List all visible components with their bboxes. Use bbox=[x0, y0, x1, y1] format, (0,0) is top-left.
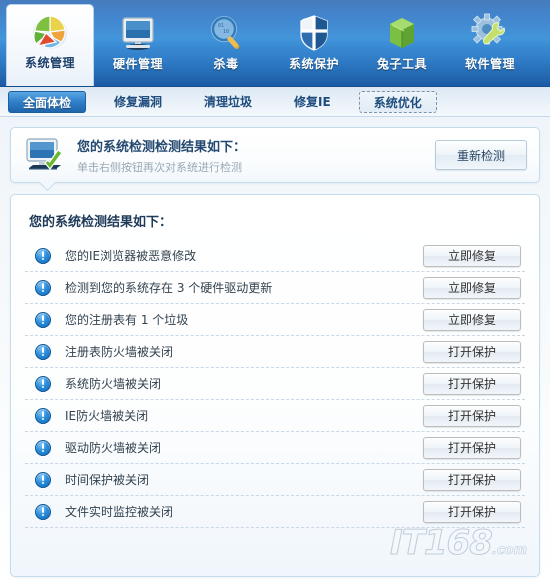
results-title: 您的系统检测结果如下： bbox=[29, 215, 173, 230]
fix-now-button[interactable]: 立即修复 bbox=[423, 276, 521, 299]
scan-summary-texts: 您的系统检测检测结果如下： 单击右侧按钮再次对系统进行检测 bbox=[77, 136, 435, 175]
nav-item-label: 杀毒 bbox=[213, 57, 239, 71]
scan-summary-subtitle: 单击右侧按钮再次对系统进行检测 bbox=[77, 160, 242, 174]
result-label: 时间保护被关闭 bbox=[65, 473, 150, 487]
enable-protection-button[interactable]: 打开保护 bbox=[423, 340, 521, 363]
info-exclamation-icon bbox=[35, 279, 51, 296]
main-navigation-bar: 系统管理 硬件管理 01 10 杀毒 系统保护 兔子工具 软件管理 bbox=[0, 0, 550, 87]
result-row: 文件实时监控被关闭 打开保护 bbox=[25, 496, 525, 528]
info-exclamation-icon bbox=[35, 247, 51, 264]
result-row: 您的注册表有 1 个垃圾 立即修复 bbox=[25, 304, 525, 336]
result-row: 驱动防火墙被关闭 打开保护 bbox=[25, 432, 525, 464]
result-row: IE防火墙被关闭 打开保护 bbox=[25, 400, 525, 432]
result-row: 时间保护被关闭 打开保护 bbox=[25, 464, 525, 496]
rescan-button[interactable]: 重新检测 bbox=[435, 140, 527, 170]
info-exclamation-icon bbox=[35, 311, 51, 328]
scan-summary-title: 您的系统检测检测结果如下： bbox=[77, 139, 247, 155]
tab-clean-junk[interactable]: 清理垃圾 bbox=[190, 91, 266, 113]
nav-item-hardware-management[interactable]: 硬件管理 bbox=[94, 6, 182, 86]
tab-fix-ie[interactable]: 修复IE bbox=[280, 91, 345, 113]
result-label: 您的注册表有 1 个垃圾 bbox=[65, 313, 189, 327]
magnifier-icon: 01 10 bbox=[204, 12, 248, 54]
tab-label: 系统优化 bbox=[373, 95, 422, 110]
gear-wrench-icon bbox=[468, 12, 512, 54]
nav-item-antivirus[interactable]: 01 10 杀毒 bbox=[182, 6, 270, 86]
nav-item-system-protection[interactable]: 系统保护 bbox=[270, 6, 358, 86]
scan-summary-panel: 您的系统检测检测结果如下： 单击右侧按钮再次对系统进行检测 重新检测 bbox=[10, 127, 540, 183]
nav-item-label: 系统保护 bbox=[288, 57, 339, 71]
info-exclamation-icon bbox=[35, 407, 51, 424]
system-manager-window: 系统管理 硬件管理 01 10 杀毒 系统保护 兔子工具 软件管理 全面体检 修… bbox=[0, 0, 550, 588]
result-row: 您的IE浏览器被恶意修改 立即修复 bbox=[25, 240, 525, 272]
result-label: IE防火墙被关闭 bbox=[65, 409, 149, 423]
nav-item-list: 系统管理 硬件管理 01 10 杀毒 系统保护 兔子工具 软件管理 bbox=[0, 0, 550, 86]
tab-label: 修复漏洞 bbox=[114, 94, 163, 109]
tab-label: 全面体检 bbox=[23, 95, 72, 110]
nav-item-label: 软件管理 bbox=[464, 57, 515, 71]
pie-chart-icon bbox=[28, 11, 72, 53]
fix-now-button[interactable]: 立即修复 bbox=[423, 244, 521, 267]
nav-item-system-management[interactable]: 系统管理 bbox=[6, 4, 94, 86]
shield-icon bbox=[292, 12, 336, 54]
nav-item-software-management[interactable]: 软件管理 bbox=[446, 6, 534, 86]
results-panel: 您的系统检测结果如下： 您的IE浏览器被恶意修改 立即修复 检测到您的系统存在 … bbox=[10, 194, 540, 577]
sub-tab-bar: 全面体检 修复漏洞 清理垃圾 修复IE 系统优化 bbox=[0, 87, 550, 117]
enable-protection-button[interactable]: 打开保护 bbox=[423, 404, 521, 427]
watermark: IT168.com bbox=[390, 523, 528, 563]
info-exclamation-icon bbox=[35, 471, 51, 488]
content-area: 您的系统检测检测结果如下： 单击右侧按钮再次对系统进行检测 重新检测 您的系统检… bbox=[0, 117, 550, 577]
green-box-icon bbox=[380, 12, 424, 54]
nav-item-label: 兔子工具 bbox=[376, 57, 427, 71]
tab-label: 清理垃圾 bbox=[204, 94, 253, 109]
info-exclamation-icon bbox=[35, 439, 51, 456]
enable-protection-button[interactable]: 打开保护 bbox=[423, 372, 521, 395]
fix-now-button[interactable]: 立即修复 bbox=[423, 308, 521, 331]
result-label: 您的IE浏览器被恶意修改 bbox=[65, 249, 197, 263]
info-exclamation-icon bbox=[35, 503, 51, 520]
monitor-icon bbox=[116, 12, 160, 54]
tab-system-optimization[interactable]: 系统优化 bbox=[358, 90, 437, 113]
watermark-text: IT168 bbox=[390, 523, 494, 563]
tab-label: 修复IE bbox=[294, 94, 331, 109]
result-label: 注册表防火墙被关闭 bbox=[65, 345, 174, 359]
nav-item-label: 系统管理 bbox=[24, 56, 75, 70]
result-row: 注册表防火墙被关闭 打开保护 bbox=[25, 336, 525, 368]
result-label: 驱动防火墙被关闭 bbox=[65, 441, 162, 455]
callout-tail bbox=[39, 182, 55, 191]
info-exclamation-icon bbox=[35, 375, 51, 392]
nav-item-label: 硬件管理 bbox=[112, 57, 163, 71]
svg-text:10: 10 bbox=[223, 29, 229, 35]
nav-item-rabbit-tools[interactable]: 兔子工具 bbox=[358, 6, 446, 86]
tab-fix-vulnerabilities[interactable]: 修复漏洞 bbox=[100, 91, 176, 113]
result-label: 检测到您的系统存在 3 个硬件驱动更新 bbox=[65, 281, 273, 295]
tab-full-checkup[interactable]: 全面体检 bbox=[8, 90, 87, 113]
enable-protection-button[interactable]: 打开保护 bbox=[423, 436, 521, 459]
watermark-suffix: .com bbox=[491, 543, 528, 558]
enable-protection-button[interactable]: 打开保护 bbox=[423, 468, 521, 491]
result-row: 系统防火墙被关闭 打开保护 bbox=[25, 368, 525, 400]
result-label: 系统防火墙被关闭 bbox=[65, 377, 162, 391]
result-label: 文件实时监控被关闭 bbox=[65, 505, 174, 519]
enable-protection-button[interactable]: 打开保护 bbox=[423, 500, 521, 523]
monitor-check-icon bbox=[23, 135, 67, 175]
result-row: 检测到您的系统存在 3 个硬件驱动更新 立即修复 bbox=[25, 272, 525, 304]
info-exclamation-icon bbox=[35, 343, 51, 360]
